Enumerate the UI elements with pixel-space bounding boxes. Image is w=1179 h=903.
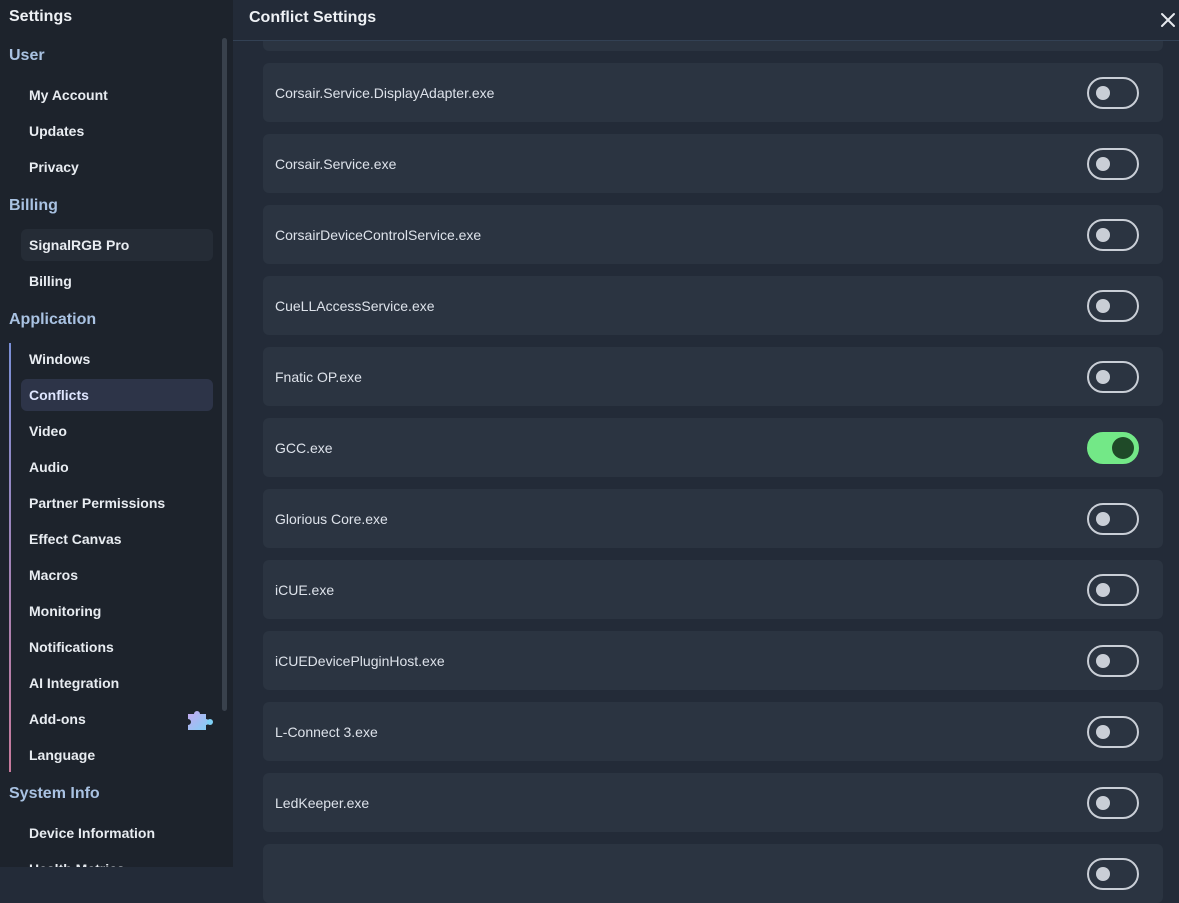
conflict-toggle[interactable] — [1087, 503, 1139, 535]
conflict-toggle[interactable] — [1087, 716, 1139, 748]
toggle-knob — [1096, 370, 1110, 384]
conflict-process-name: Corsair.Service.DisplayAdapter.exe — [275, 84, 495, 101]
toggle-knob — [1096, 725, 1110, 739]
toggle-knob — [1096, 228, 1110, 242]
conflict-toggle[interactable] — [1087, 432, 1139, 464]
conflict-row: iCUEDevicePluginHost.exe — [263, 631, 1163, 690]
sidebar-item-ai-integration[interactable]: AI Integration — [21, 667, 213, 699]
toggle-knob — [1096, 583, 1110, 597]
conflict-row: L-Connect 3.exe — [263, 702, 1163, 761]
toggle-knob — [1096, 867, 1110, 881]
toggle-knob — [1096, 157, 1110, 171]
section-heading-system-info: System Info — [9, 785, 100, 802]
toggle-knob — [1096, 796, 1110, 810]
conflict-toggle[interactable] — [1087, 858, 1139, 890]
conflict-process-name: CorsairDeviceControlService.exe — [275, 226, 482, 243]
sidebar-item-signalrgb-pro[interactable]: SignalRGB Pro — [21, 229, 213, 261]
settings-sidebar: Settings User My Account Updates Privacy… — [0, 0, 233, 867]
conflict-toggle[interactable] — [1087, 148, 1139, 180]
panel-header: Conflict Settings — [233, 0, 1179, 41]
conflict-process-name: Corsair.Service.exe — [275, 155, 397, 172]
conflict-row: Glorious Core.exe — [263, 489, 1163, 548]
sidebar-item-notifications[interactable]: Notifications — [21, 631, 213, 663]
sidebar-title: Settings — [9, 8, 73, 25]
toggle-knob — [1112, 437, 1134, 459]
conflict-toggle[interactable] — [1087, 77, 1139, 109]
toggle-knob — [1096, 512, 1110, 526]
conflict-row: iCUE.exe — [263, 560, 1163, 619]
conflict-toggle[interactable] — [1087, 219, 1139, 251]
sidebar-item-partner-permissions[interactable]: Partner Permissions — [21, 487, 213, 519]
conflict-process-name: GCC.exe — [275, 439, 333, 456]
conflict-row: LedKeeper.exe — [263, 773, 1163, 832]
sidebar-item-billing[interactable]: Billing — [21, 265, 213, 297]
conflict-process-name: Glorious Core.exe — [275, 510, 388, 527]
toggle-knob — [1096, 86, 1110, 100]
conflict-row: CorsairDeviceControlService.exe — [263, 205, 1163, 264]
conflict-toggle[interactable] — [1087, 290, 1139, 322]
conflict-toggle[interactable] — [1087, 645, 1139, 677]
toggle-knob — [1096, 299, 1110, 313]
sidebar-item-device-information[interactable]: Device Information — [21, 817, 213, 849]
sidebar-item-my-account[interactable]: My Account — [21, 79, 213, 111]
section-heading-billing: Billing — [9, 197, 58, 214]
conflict-process-name: iCUE.exe — [275, 581, 335, 598]
section-heading-application: Application — [9, 311, 97, 328]
sidebar-item-add-ons[interactable]: Add-ons — [21, 703, 213, 735]
conflict-toggle[interactable] — [1087, 574, 1139, 606]
conflict-row — [263, 844, 1163, 903]
conflict-row: Corsair.Service.exe — [263, 134, 1163, 193]
conflict-row: Corsair.Service.DisplayAdapter.exe — [263, 63, 1163, 122]
sidebar-item-updates[interactable]: Updates — [21, 115, 213, 147]
page-title: Conflict Settings — [249, 9, 377, 26]
puzzle-piece-icon — [188, 711, 213, 730]
sidebar-item-health-metrics[interactable]: Health Metrics — [21, 853, 213, 867]
conflict-row: GCC.exe — [263, 418, 1163, 477]
conflict-process-name: L-Connect 3.exe — [275, 723, 378, 740]
toggle-knob — [1096, 654, 1110, 668]
conflict-process-name: LedKeeper.exe — [275, 794, 370, 811]
section-heading-user: User — [9, 47, 45, 64]
conflict-process-name: iCUEDevicePluginHost.exe — [275, 652, 445, 669]
conflict-process-name: Fnatic OP.exe — [275, 368, 362, 385]
sidebar-item-conflicts[interactable]: Conflicts — [21, 379, 213, 411]
conflict-row: Fnatic OP.exe — [263, 347, 1163, 406]
sidebar-item-video[interactable]: Video — [21, 415, 213, 447]
sidebar-item-privacy[interactable]: Privacy — [21, 151, 213, 183]
conflict-toggle[interactable] — [1087, 787, 1139, 819]
sidebar-item-language[interactable]: Language — [21, 739, 213, 771]
application-group-indicator — [9, 343, 11, 772]
sidebar-item-effect-canvas[interactable]: Effect Canvas — [21, 523, 213, 555]
conflict-process-name: CueLLAccessService.exe — [275, 297, 435, 314]
conflict-row: CueLLAccessService.exe — [263, 276, 1163, 335]
conflict-toggle[interactable] — [1087, 361, 1139, 393]
sidebar-item-monitoring[interactable]: Monitoring — [21, 595, 213, 627]
sidebar-item-windows[interactable]: Windows — [21, 343, 213, 375]
sidebar-item-audio[interactable]: Audio — [21, 451, 213, 483]
sidebar-item-macros[interactable]: Macros — [21, 559, 213, 591]
close-icon[interactable] — [1159, 9, 1177, 29]
sidebar-scrollbar[interactable] — [222, 38, 227, 711]
